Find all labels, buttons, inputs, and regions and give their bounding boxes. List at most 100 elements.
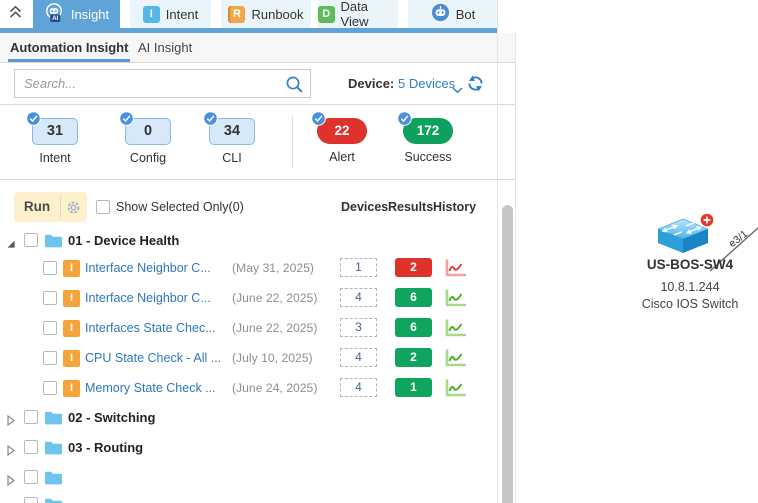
item-link[interactable]: CPU State Check - All ... — [85, 343, 230, 373]
stat-success[interactable]: 172 Success — [397, 111, 453, 164]
collapse-panel-button[interactable] — [0, 0, 30, 28]
tab-data-view[interactable]: D Data View — [318, 0, 398, 29]
bot-robot-icon — [431, 3, 450, 25]
results-badge[interactable]: 1 — [395, 378, 432, 397]
show-selected-checkbox[interactable] — [96, 200, 110, 214]
refresh-icon[interactable] — [466, 74, 485, 98]
item-checkbox[interactable] — [43, 351, 57, 365]
tree-item-row: I CPU State Check - All ... (July 10, 20… — [0, 343, 498, 373]
tree-folder-security[interactable] — [0, 467, 498, 489]
stats-divider — [292, 116, 293, 168]
item-date: (May 31, 2025) — [232, 261, 314, 275]
item-date: (June 22, 2025) — [232, 291, 318, 305]
intent-item-icon: I — [63, 260, 80, 277]
item-checkbox[interactable] — [43, 291, 57, 305]
history-chart-icon[interactable] — [444, 318, 467, 343]
results-badge[interactable]: 2 — [395, 348, 432, 367]
item-date: (June 22, 2025) — [232, 321, 318, 335]
main-tabbar: AI Insight I Intent R Runbook D Data Vie… — [0, 0, 498, 29]
item-link[interactable]: Interfaces State Chec... — [85, 313, 230, 343]
tab-bot[interactable]: Bot — [408, 0, 498, 28]
results-badge[interactable]: 6 — [395, 318, 432, 337]
stat-intent[interactable]: 31 Intent — [26, 111, 78, 165]
triangle-expanded-icon[interactable] — [6, 236, 16, 254]
stat-label: Intent — [39, 151, 71, 165]
tab-label: Insight — [70, 6, 110, 22]
run-button[interactable]: Run — [14, 192, 87, 222]
history-chart-icon[interactable] — [444, 288, 467, 313]
folder-checkbox[interactable] — [24, 440, 38, 454]
add-badge-icon — [699, 212, 715, 228]
item-link[interactable]: Memory State Check ... — [85, 373, 230, 403]
devices-count[interactable]: 4 — [340, 378, 377, 397]
intent-item-icon: I — [63, 320, 80, 337]
column-header-results: Results — [388, 200, 434, 214]
folder-checkbox[interactable] — [24, 497, 38, 503]
item-date: (June 24, 2025) — [232, 381, 318, 395]
item-checkbox[interactable] — [43, 261, 57, 275]
item-checkbox[interactable] — [43, 381, 57, 395]
subtab-ai-insight[interactable]: AI Insight — [138, 33, 192, 62]
run-button-label: Run — [23, 199, 51, 214]
triangle-collapsed-icon[interactable] — [6, 413, 16, 431]
device-name[interactable]: US-BOS-SW4 — [610, 257, 758, 272]
stat-label: Success — [404, 150, 452, 164]
tab-label: Bot — [455, 6, 476, 22]
device-ip: 10.8.1.244 — [660, 280, 720, 294]
data-view-icon: D — [318, 5, 335, 23]
history-chart-icon[interactable] — [444, 348, 467, 373]
map-canvas[interactable]: e3/1 US-BOS-SW4 10.8.1.244 Cisco IOS Swi… — [516, 0, 758, 503]
run-button-divider — [60, 196, 61, 218]
tab-insight[interactable]: AI Insight — [33, 0, 120, 28]
tab-runbook[interactable]: R Runbook — [221, 0, 311, 28]
folder-checkbox[interactable] — [24, 470, 38, 484]
tab-intent[interactable]: I Intent — [130, 0, 211, 28]
tab-label: Runbook — [251, 6, 304, 22]
devices-count[interactable]: 3 — [340, 318, 377, 337]
item-link[interactable]: Interface Neighbor C... — [85, 283, 230, 313]
svg-text:AI: AI — [52, 15, 58, 22]
devices-count[interactable]: 4 — [340, 348, 377, 367]
triangle-collapsed-icon[interactable] — [6, 473, 16, 491]
search-icon[interactable] — [285, 75, 304, 99]
triangle-collapsed-icon[interactable] — [6, 443, 16, 461]
stat-alert[interactable]: 22 Alert — [311, 111, 367, 164]
folder-checkbox[interactable] — [24, 410, 38, 424]
folder-checkbox[interactable] — [24, 233, 38, 247]
chevron-double-up-icon — [8, 5, 23, 24]
tree-folder-device-health[interactable]: 01 - Device Health — [0, 230, 498, 252]
intent-item-icon: I — [63, 290, 80, 307]
stat-config[interactable]: 0 Config — [119, 111, 171, 165]
scrollbar-thumb[interactable] — [502, 205, 513, 503]
stat-label: Alert — [329, 150, 355, 164]
history-chart-icon[interactable] — [444, 378, 467, 403]
item-checkbox[interactable] — [43, 321, 57, 335]
stat-cli[interactable]: 34 CLI — [203, 111, 255, 165]
intent-item-icon: I — [63, 380, 80, 397]
tree-folder-routing[interactable]: 03 - Routing — [0, 437, 498, 459]
tree-folder-switching[interactable]: 02 - Switching — [0, 407, 498, 429]
results-badge[interactable]: 6 — [395, 288, 432, 307]
app-window: AI Insight I Intent R Runbook D Data Vie… — [0, 0, 758, 503]
stat-label: Config — [129, 151, 167, 165]
gear-icon[interactable] — [66, 200, 81, 220]
tree-folder-partial[interactable] — [0, 494, 498, 503]
show-selected-label: Show Selected Only(0) — [116, 200, 244, 214]
devices-count[interactable]: 4 — [340, 288, 377, 307]
chevron-down-icon[interactable] — [452, 81, 463, 99]
item-link[interactable]: Interface Neighbor C... — [85, 253, 230, 283]
history-chart-icon[interactable] — [444, 258, 467, 283]
tab-label: Intent — [165, 6, 199, 22]
folder-icon — [44, 440, 63, 461]
folder-icon — [44, 497, 63, 503]
folder-icon — [44, 470, 63, 491]
panel-border — [497, 0, 498, 503]
search-input[interactable] — [24, 70, 279, 97]
subtab-automation-insight[interactable]: Automation Insight — [8, 33, 131, 62]
run-toolbar: Run Show Selected Only(0) Devices Result… — [0, 181, 516, 228]
insight-subtabs: Automation Insight AI Insight — [0, 33, 516, 63]
intent-item-icon: I — [63, 350, 80, 367]
devices-count[interactable]: 1 — [340, 258, 377, 277]
results-badge[interactable]: 2 — [395, 258, 432, 277]
device-count-dropdown[interactable]: 5 Devices — [398, 76, 455, 91]
